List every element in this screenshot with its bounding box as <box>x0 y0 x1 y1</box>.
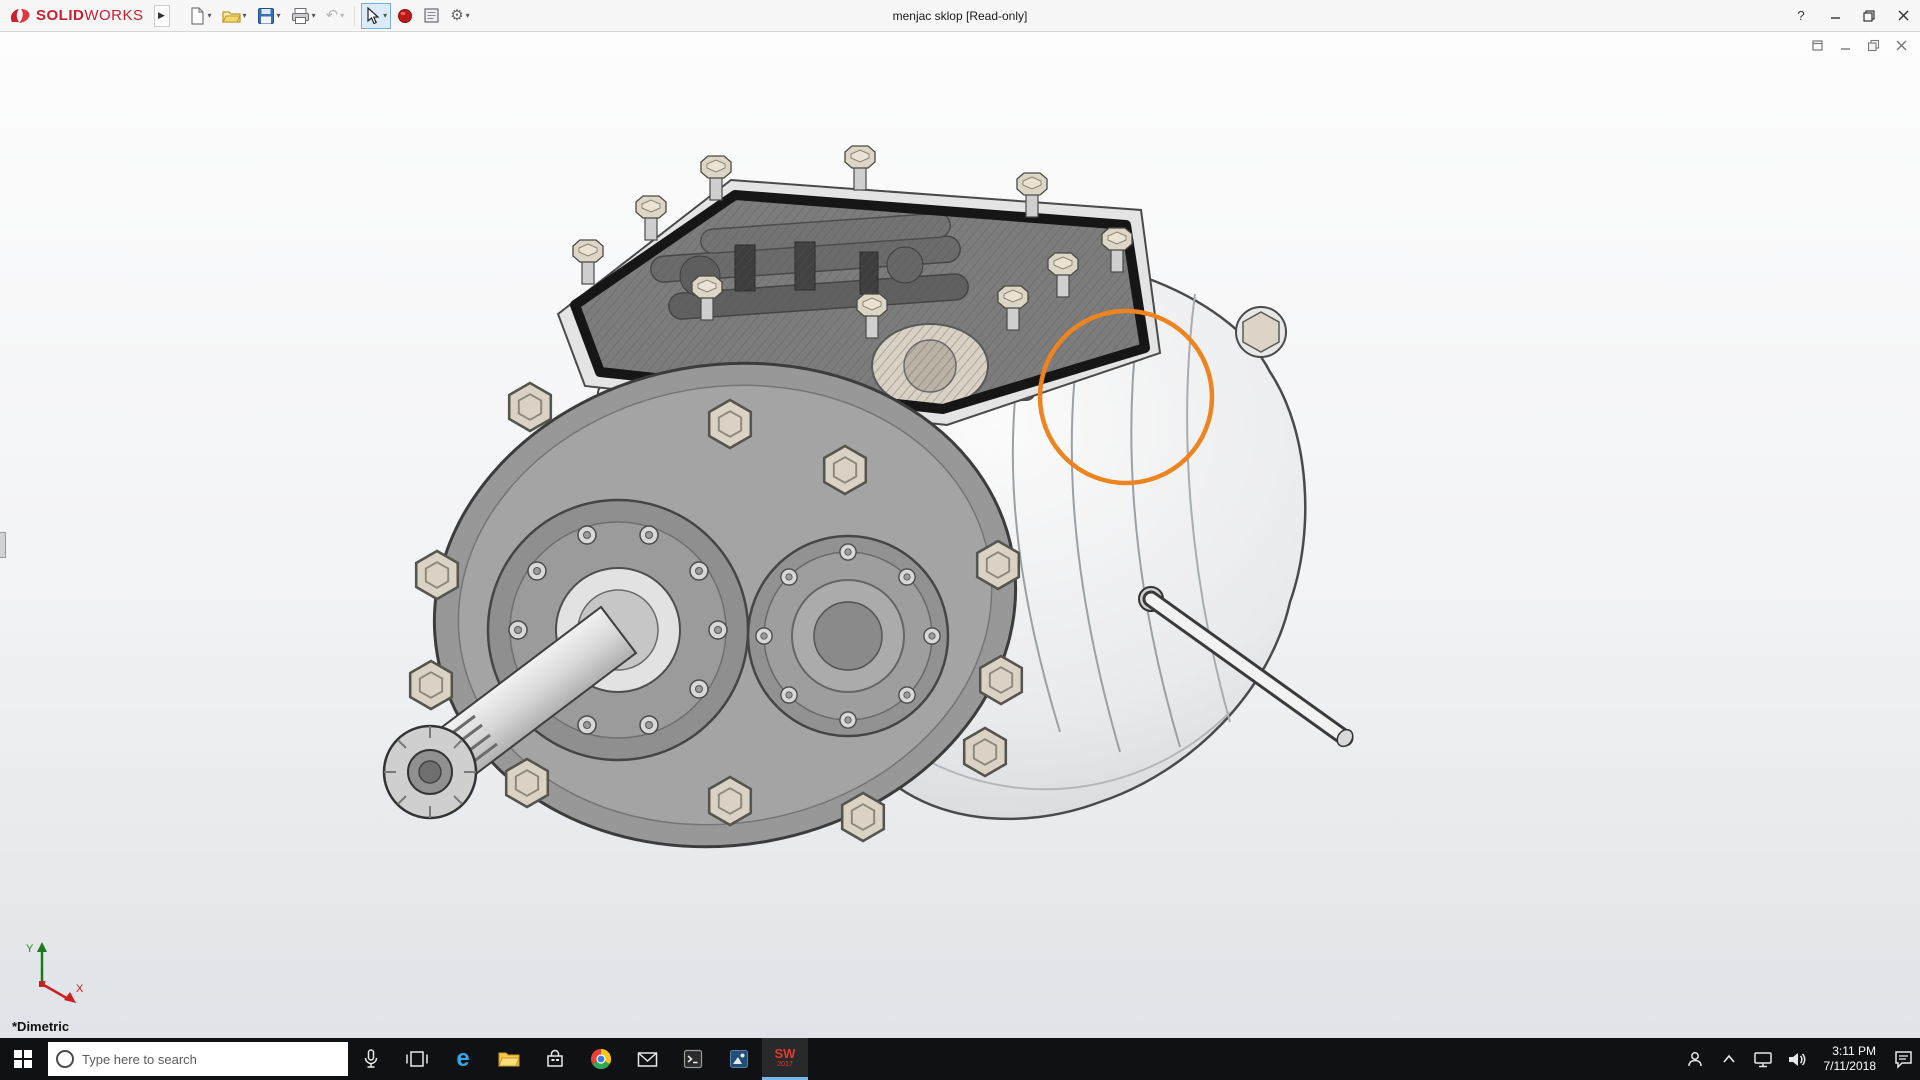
triad-x-label: X <box>76 983 84 995</box>
edge-button[interactable]: e <box>440 1038 486 1080</box>
minimize-button[interactable] <box>1818 0 1852 31</box>
solidworks-app-icon: SW 2017 <box>775 1047 796 1068</box>
people-icon <box>1686 1050 1704 1068</box>
solidworks-window: SOLIDWORKS ▶ ▾ ▾ <box>0 0 1920 1080</box>
restore-icon <box>1863 10 1875 22</box>
solidworks-taskbar-button[interactable]: SW 2017 <box>762 1038 808 1080</box>
panel-collapse-handle[interactable] <box>0 532 6 558</box>
dropdown-caret[interactable]: ▾ <box>208 11 212 20</box>
close-icon <box>1898 10 1909 21</box>
action-center-icon <box>1894 1050 1913 1069</box>
doc-restore-icon <box>1867 39 1880 52</box>
volume-icon <box>1787 1051 1807 1068</box>
task-view-button[interactable] <box>394 1038 440 1080</box>
task-view-icon <box>406 1050 428 1068</box>
windows-taskbar: e <box>0 1038 1920 1080</box>
network-button[interactable] <box>1746 1038 1780 1080</box>
solidworks-logo: SOLIDWORKS <box>8 7 144 25</box>
doc-minimize-icon <box>1839 39 1852 52</box>
dropdown-caret[interactable]: ▾ <box>466 11 470 20</box>
taskbar-clock[interactable]: 3:11 PM 7/11/2018 <box>1814 1038 1887 1080</box>
app-name: SOLIDWORKS <box>36 7 144 24</box>
mail-button[interactable] <box>624 1038 670 1080</box>
doc-close-button[interactable] <box>1892 36 1910 54</box>
store-icon <box>545 1049 565 1069</box>
file-explorer-button[interactable] <box>486 1038 532 1080</box>
orientation-label: *Dimetric <box>12 1019 69 1034</box>
open-button[interactable]: ▾ <box>218 3 251 29</box>
ds-logo-icon <box>8 7 32 25</box>
print-button[interactable]: ▾ <box>287 3 320 29</box>
chrome-button[interactable] <box>578 1038 624 1080</box>
new-document-icon <box>188 7 206 25</box>
command-prompt-button[interactable] <box>670 1038 716 1080</box>
cortana-icon <box>56 1050 74 1068</box>
document-window-controls <box>1808 36 1910 54</box>
search-input[interactable] <box>82 1052 340 1067</box>
dropdown-caret[interactable]: ▾ <box>243 11 247 20</box>
orientation-triad: Y X <box>18 940 88 1006</box>
print-icon <box>291 7 310 25</box>
dropdown-caret[interactable]: ▾ <box>383 11 387 20</box>
toolbar-separator <box>354 6 355 26</box>
save-icon <box>257 7 275 25</box>
report-book-icon <box>423 7 440 24</box>
volume-button[interactable] <box>1780 1038 1814 1080</box>
save-button[interactable]: ▾ <box>253 3 285 29</box>
minimize-icon <box>1830 10 1841 21</box>
edge-icon: e <box>456 1047 469 1071</box>
secondary-cover <box>748 536 948 736</box>
people-button[interactable] <box>1678 1038 1712 1080</box>
taskbar-search[interactable] <box>48 1042 348 1076</box>
chevron-up-icon <box>1722 1054 1736 1064</box>
clock-date: 7/11/2018 <box>1824 1059 1877 1074</box>
help-button[interactable]: ? <box>1784 0 1818 31</box>
appearance-sphere-icon <box>397 8 413 24</box>
start-button[interactable] <box>0 1038 46 1080</box>
dropdown-caret[interactable]: ▾ <box>277 11 281 20</box>
mail-icon <box>637 1051 658 1068</box>
restore-button[interactable] <box>1852 0 1886 31</box>
undo-button[interactable]: ↶ ▾ <box>322 3 349 29</box>
doc-close-icon <box>1895 39 1908 52</box>
dropdown-caret[interactable]: ▾ <box>340 11 344 20</box>
system-tray: 3:11 PM 7/11/2018 <box>1678 1038 1920 1080</box>
doc-restore-left-button[interactable] <box>1808 36 1826 54</box>
options-report-button[interactable] <box>419 3 444 29</box>
chrome-icon <box>590 1048 612 1070</box>
main-toolbar: ▾ ▾ ▾ <box>184 3 474 29</box>
new-document-button[interactable]: ▾ <box>184 3 216 29</box>
doc-minimize-button[interactable] <box>1836 36 1854 54</box>
photos-icon <box>729 1049 749 1069</box>
clock-time: 3:11 PM <box>1832 1044 1876 1059</box>
microphone-button[interactable] <box>348 1038 394 1080</box>
doc-restore-button[interactable] <box>1864 36 1882 54</box>
action-center-button[interactable] <box>1886 1038 1920 1080</box>
file-explorer-icon <box>498 1050 520 1068</box>
microphone-icon <box>363 1049 379 1069</box>
hidden-icons-button[interactable] <box>1712 1038 1746 1080</box>
settings-button[interactable]: ⚙ ▾ <box>446 3 473 29</box>
graphics-viewport[interactable]: Y X *Dimetric <box>0 32 1920 1038</box>
command-prompt-icon <box>683 1049 703 1069</box>
open-folder-icon <box>222 7 241 25</box>
doc-restore-left-icon <box>1811 39 1824 52</box>
photos-button[interactable] <box>716 1038 762 1080</box>
windows-logo-icon <box>14 1050 32 1068</box>
toolbar-flyout-arrow[interactable]: ▶ <box>154 5 170 27</box>
top-right-hex-boss <box>1236 307 1286 357</box>
appearance-button[interactable] <box>393 3 417 29</box>
close-button[interactable] <box>1886 0 1920 31</box>
select-tool-button[interactable]: ▾ <box>361 3 391 29</box>
network-icon <box>1753 1051 1773 1068</box>
gearbox-assembly-model[interactable] <box>0 32 1920 1038</box>
store-button[interactable] <box>532 1038 578 1080</box>
dropdown-caret[interactable]: ▾ <box>312 11 316 20</box>
gear-icon: ⚙ <box>450 8 463 23</box>
undo-icon: ↶ <box>326 8 339 23</box>
triad-y-label: Y <box>26 943 34 955</box>
title-bar: SOLIDWORKS ▶ ▾ ▾ <box>0 0 1920 32</box>
select-cursor-icon <box>365 7 381 25</box>
